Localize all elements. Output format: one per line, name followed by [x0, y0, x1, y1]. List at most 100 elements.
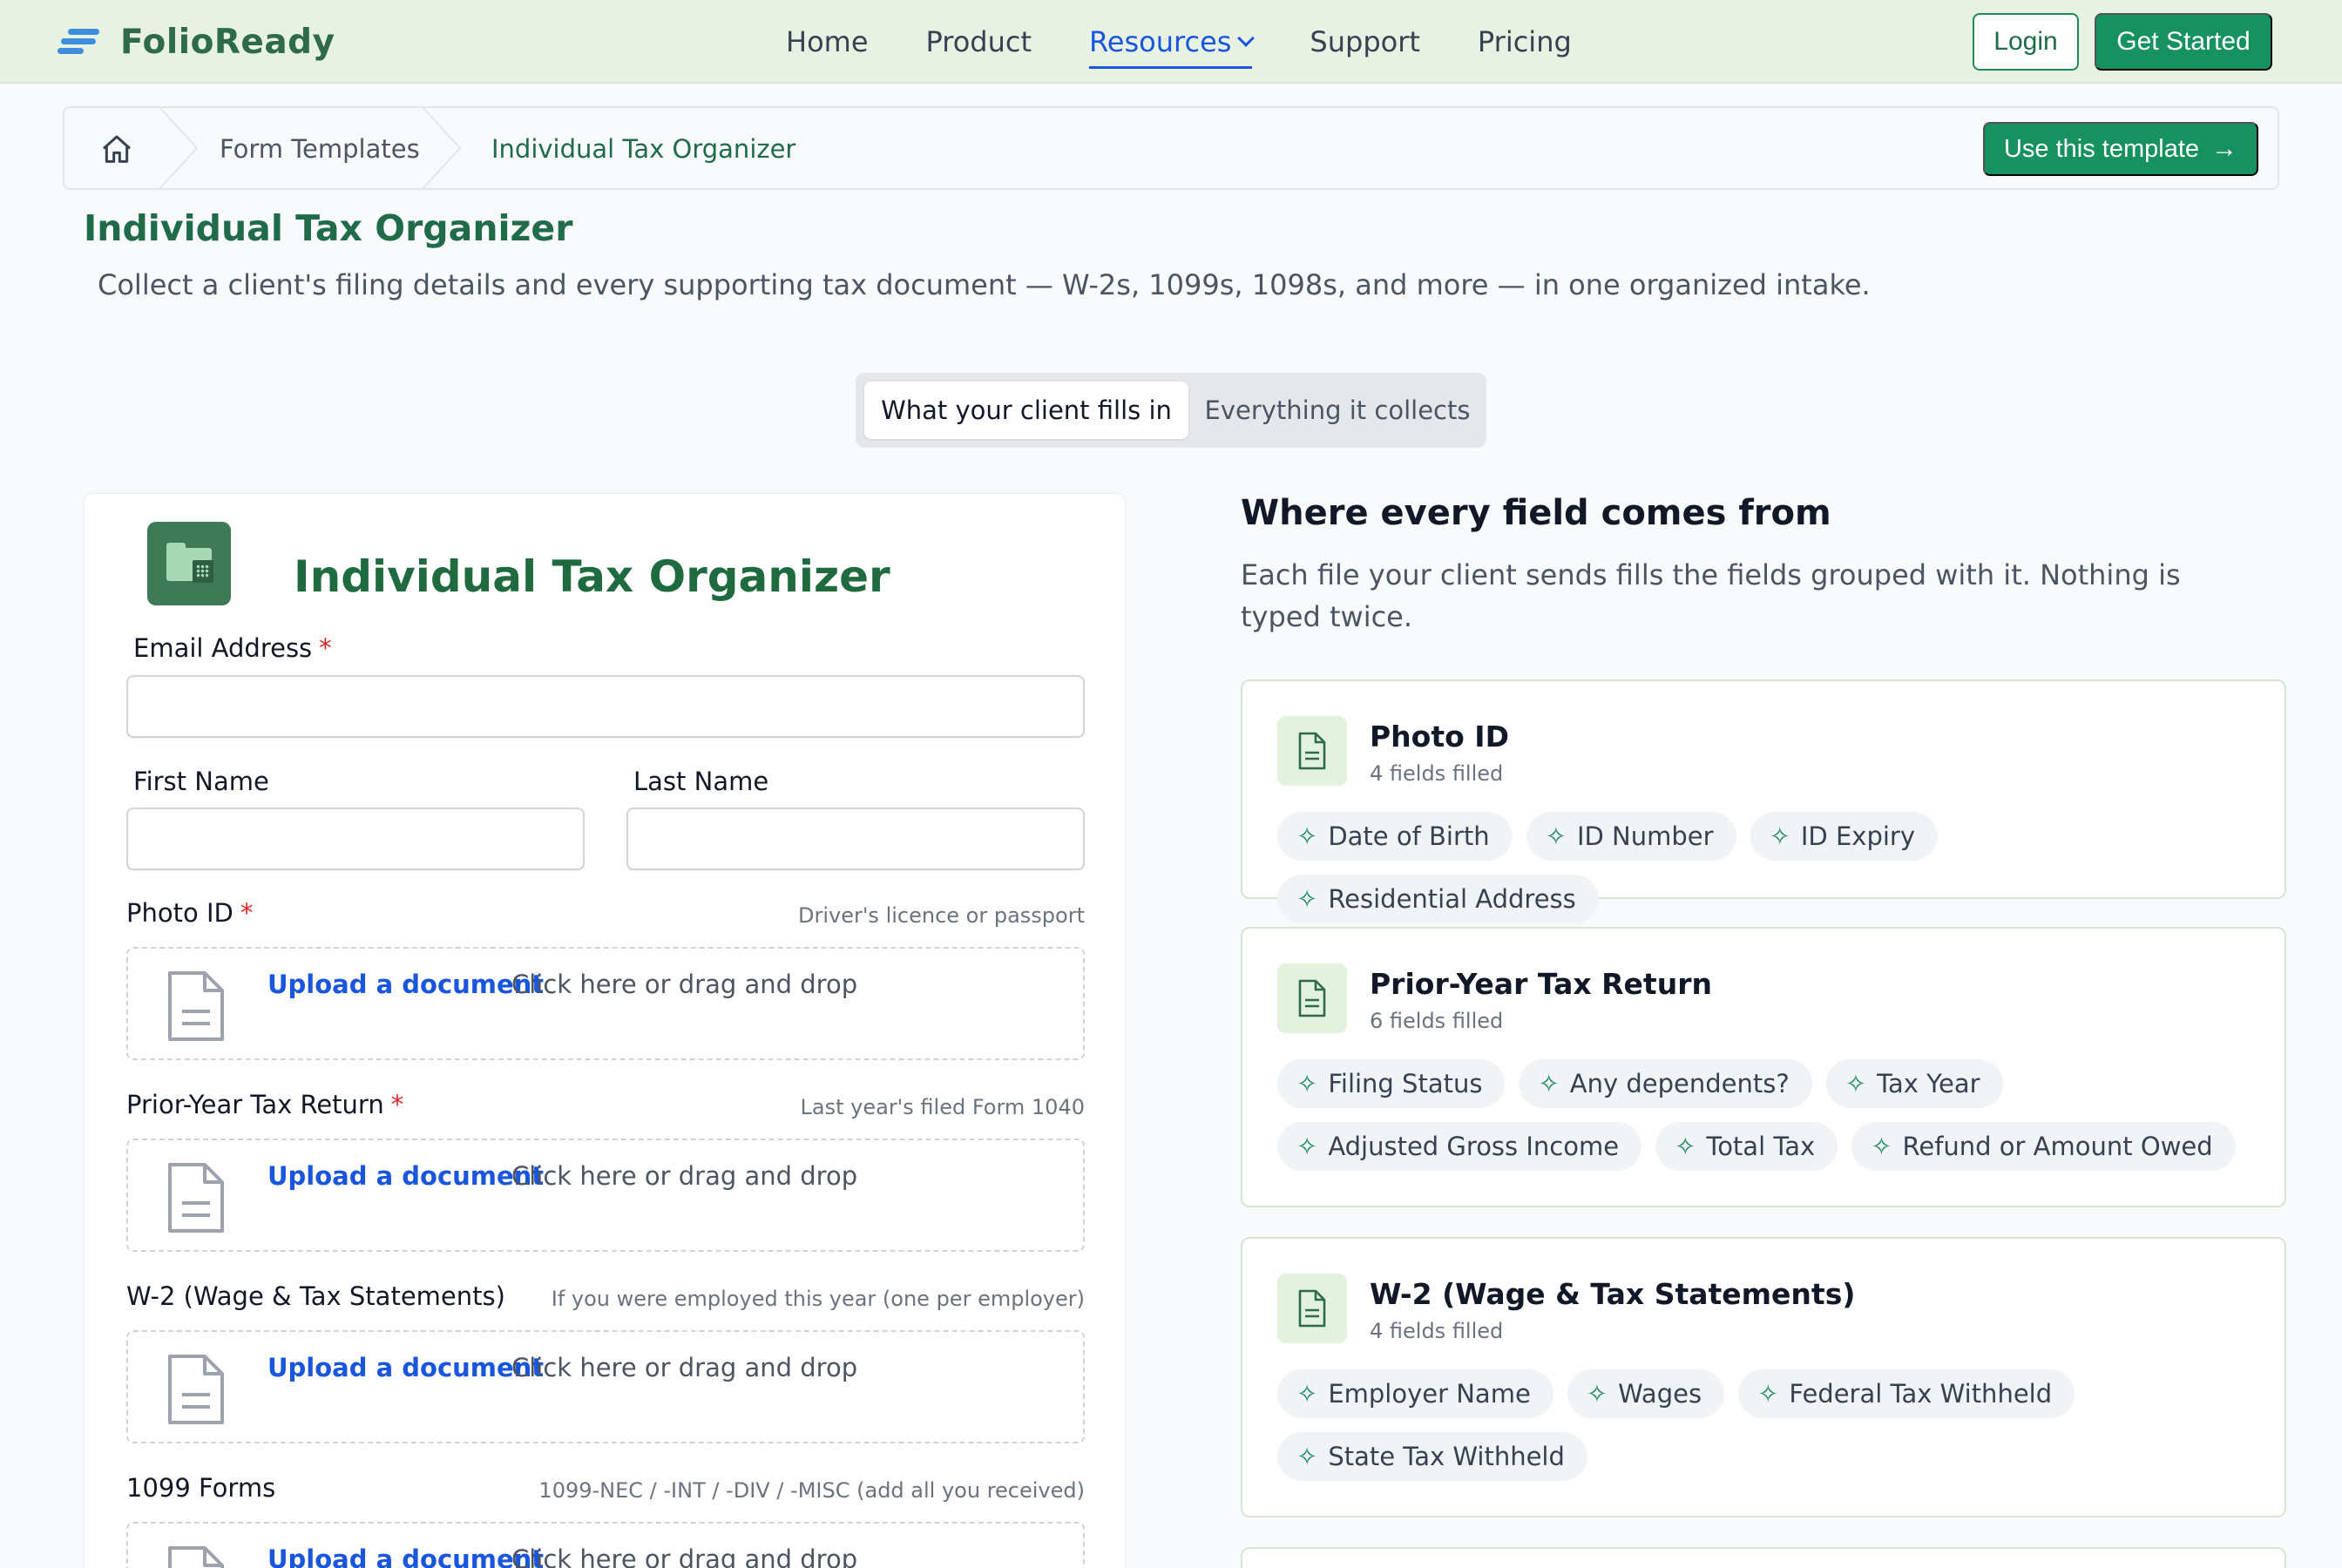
toggle-everything-collects[interactable]: Everything it collects	[1197, 382, 1478, 439]
upload-document-link[interactable]: Upload a document	[267, 1353, 544, 1382]
document-icon	[1277, 716, 1347, 786]
login-button[interactable]: Login	[1973, 13, 2079, 71]
sparkle-icon: ✧	[1757, 1379, 1779, 1409]
source-field-count: 4 fields filled	[1370, 761, 1504, 786]
source-name: Photo ID	[1370, 720, 1509, 754]
field-chip-label: State Tax Withheld	[1328, 1442, 1565, 1471]
required-asterisk: *	[319, 633, 332, 663]
nav-pricing[interactable]: Pricing	[1478, 25, 1572, 58]
brand-logo[interactable]: FolioReady	[58, 21, 335, 63]
nav-resources-label: Resources	[1089, 25, 1232, 58]
field-chip: ✧ Refund or Amount Owed	[1851, 1122, 2236, 1171]
last-name-field[interactable]	[626, 808, 1085, 870]
use-template-label: Use this template	[2003, 134, 2200, 163]
field-chip-label: Employer Name	[1328, 1379, 1531, 1409]
upload-document-link[interactable]: Upload a document	[267, 970, 544, 999]
breadcrumb-separator	[422, 106, 462, 190]
sparkle-icon: ✧	[1586, 1379, 1608, 1409]
source-field-count: 6 fields filled	[1370, 1009, 1504, 1033]
photo-id-label: Photo ID *	[126, 898, 253, 928]
email-label-text: Email Address	[133, 633, 313, 663]
field-chip: ✧ Total Tax	[1655, 1122, 1838, 1171]
home-icon[interactable]	[99, 132, 134, 167]
breadcrumb-current: Individual Tax Organizer	[491, 134, 796, 164]
field-chip-label: Date of Birth	[1328, 821, 1490, 851]
brand-icon	[58, 26, 103, 57]
sources-title: Where every field comes from	[1241, 493, 1831, 533]
view-toggle: What your client fills in Everything it …	[856, 373, 1486, 448]
source-field-count: 4 fields filled	[1370, 1319, 1504, 1343]
source-name: W-2 (Wage & Tax Statements)	[1370, 1277, 1856, 1311]
field-chip-label: Refund or Amount Owed	[1902, 1132, 2213, 1161]
photo-id-hint: Driver's licence or passport	[797, 903, 1085, 928]
form-preview-card: Individual Tax Organizer Email Address * …	[84, 493, 1126, 1568]
field-chip: ✧ Wages	[1567, 1369, 1725, 1418]
brand-name: FolioReady	[120, 22, 335, 62]
photo-id-label-text: Photo ID	[126, 898, 234, 928]
get-started-button[interactable]: Get Started	[2095, 13, 2272, 71]
w2-label: W-2 (Wage & Tax Statements)	[126, 1281, 505, 1311]
page-description: Collect a client's filing details and ev…	[98, 268, 1871, 301]
prior-year-return-label: Prior-Year Tax Return *	[126, 1090, 403, 1119]
prior-year-return-label-text: Prior-Year Tax Return	[126, 1090, 384, 1119]
first-name-label: First Name	[133, 767, 269, 796]
nav-product[interactable]: Product	[926, 25, 1032, 58]
first-name-field[interactable]	[126, 808, 585, 870]
nav-home[interactable]: Home	[786, 25, 869, 58]
sparkle-icon: ✧	[1538, 1069, 1560, 1098]
field-chip-label: Total Tax	[1706, 1132, 1816, 1161]
field-chips: ✧ Employer Name ✧ Wages ✧ Federal Tax Withh…	[1277, 1369, 2262, 1495]
nav-support[interactable]: Support	[1310, 25, 1420, 58]
upload-document-link[interactable]: Upload a document	[267, 1161, 544, 1191]
upload-document-link[interactable]: Upload a document	[267, 1544, 544, 1568]
required-asterisk: *	[390, 1090, 404, 1119]
main-menu: Home Product Resources Support Pricing	[786, 0, 1629, 84]
toggle-client-fills[interactable]: What your client fills in	[864, 382, 1188, 439]
sparkle-icon: ✧	[1296, 1132, 1318, 1161]
upload-hint-text: Click here or drag and drop	[511, 1544, 858, 1568]
field-chip-label: Filing Status	[1328, 1069, 1483, 1098]
prior-year-return-hint: Last year's filed Form 1040	[800, 1095, 1085, 1119]
source-card-prior-year-return: Prior-Year Tax Return 6 fields filled ✧ F…	[1241, 927, 2286, 1207]
sparkle-icon: ✧	[1844, 1069, 1867, 1098]
use-template-button[interactable]: Use this template →	[1983, 122, 2258, 176]
sparkle-icon: ✧	[1545, 821, 1567, 851]
email-field[interactable]	[126, 675, 1085, 738]
document-icon	[168, 1546, 224, 1568]
breadcrumb-form-templates[interactable]: Form Templates	[220, 134, 420, 164]
calculator-icon	[193, 560, 213, 583]
w2-upload[interactable]: Upload a document Click here or drag and…	[126, 1330, 1085, 1443]
nav-resources[interactable]: Resources	[1089, 25, 1256, 69]
source-card-w2: W-2 (Wage & Tax Statements) 4 fields fil…	[1241, 1237, 2286, 1517]
field-chip: ✧ Adjusted Gross Income	[1277, 1122, 1642, 1171]
field-chips: ✧ Filing Status ✧ Any dependents? ✧ Tax Yea…	[1277, 1059, 2262, 1185]
breadcrumb-separator	[159, 106, 199, 190]
sparkle-icon: ✧	[1296, 1442, 1318, 1471]
sparkle-icon: ✧	[1871, 1132, 1892, 1161]
breadcrumb: Form Templates Individual Tax Organizer …	[63, 106, 2279, 190]
form-1099-upload[interactable]: Upload a document Click here or drag and…	[126, 1522, 1085, 1568]
document-icon	[1277, 1274, 1347, 1343]
upload-hint-text: Click here or drag and drop	[511, 1353, 858, 1382]
field-chip-label: Adjusted Gross Income	[1328, 1132, 1620, 1161]
source-card-next	[1241, 1547, 2286, 1568]
prior-year-return-upload[interactable]: Upload a document Click here or drag and…	[126, 1139, 1085, 1252]
field-chip: ✧ Filing Status	[1277, 1059, 1506, 1108]
form-1099-hint: 1099-NEC / -INT / -DIV / -MISC (add all …	[538, 1478, 1085, 1503]
document-icon	[1277, 963, 1347, 1033]
document-icon	[168, 1355, 224, 1424]
source-name: Prior-Year Tax Return	[1370, 967, 1712, 1001]
field-chip: ✧ Tax Year	[1825, 1059, 2003, 1108]
field-chip-label: ID Expiry	[1800, 821, 1916, 851]
sparkle-icon: ✧	[1296, 1379, 1318, 1409]
field-chip-label: Wages	[1618, 1379, 1702, 1409]
field-chip-label: Tax Year	[1877, 1069, 1980, 1098]
field-chip-label: Federal Tax Withheld	[1789, 1379, 2053, 1409]
arrow-right-icon: →	[2211, 134, 2238, 163]
last-name-label: Last Name	[633, 767, 769, 796]
photo-id-upload[interactable]: Upload a document Click here or drag and…	[126, 947, 1085, 1060]
required-asterisk: *	[240, 898, 254, 928]
page-title: Individual Tax Organizer	[84, 207, 573, 249]
field-chip: ✧ Federal Tax Withheld	[1738, 1369, 2075, 1418]
sparkle-icon: ✧	[1296, 884, 1318, 914]
